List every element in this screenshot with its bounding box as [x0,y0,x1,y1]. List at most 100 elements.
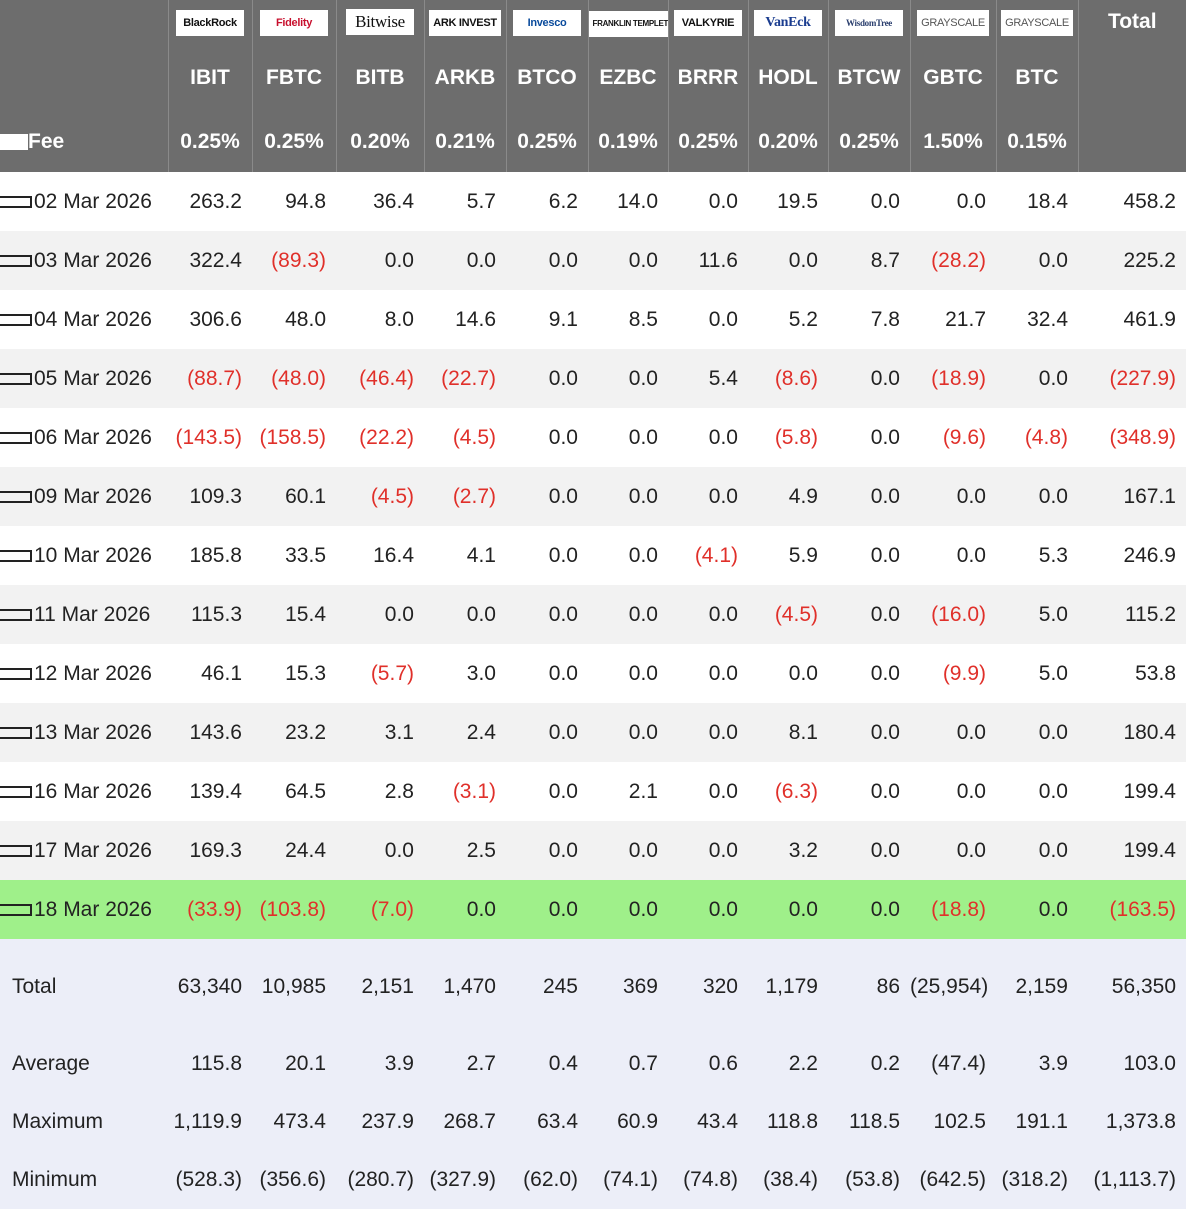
summary-value: 1,179 [748,939,828,1035]
table-row: 02 Mar 2026 263.2 94.8 36.4 5.7 6.2 14.0 0.0 19.… [0,172,1186,231]
fee-value: 1.50% [909,112,996,172]
flow-value: 46.1 [201,661,242,685]
summary-value: 1,373.8 [1078,1093,1186,1151]
summary-row: Total 63,340 10,985 2,151 1,470 245 369 320 1,17… [0,939,1186,1035]
ticker-label: BRRR [667,44,748,112]
row-marker [0,608,32,621]
flow-value: 143.6 [168,703,252,762]
row-marker [0,372,32,385]
row-date-text: 03 Mar 2026 [34,248,152,272]
table-row: 03 Mar 2026 322.4 (89.3) 0.0 0.0 0.0 0.0 11.6 0.… [0,231,1186,290]
flow-value: 0.0 [828,349,910,408]
summary-value: 103.0 [1078,1035,1186,1093]
summary-value: (327.9) [424,1151,506,1209]
summary-value: 56,350 [1078,939,1186,1035]
fund-logo: Invesco [513,10,581,36]
summary-value: 0.2 [828,1035,910,1093]
flow-value: 169.3 [168,821,252,880]
row-marker [0,490,32,503]
summary-row: Minimum (528.3) (356.6) (280.7) (327.9) (62.0… [0,1151,1186,1209]
flow-value: 322.4 [168,231,252,290]
row-total: 225.2 [1078,231,1186,290]
summary-value: 0.6 [668,1035,748,1093]
row-total: 53.8 [1135,661,1176,685]
summary-value: 2,151 [336,939,424,1035]
flow-value: 263.2 [189,189,242,213]
ticker-label: EZBC [587,44,668,112]
header-corner [0,0,168,44]
summary-value: 10,985 [252,939,336,1035]
flow-value: 0.0 [708,779,738,803]
row-date: 13 Mar 2026 [0,703,168,762]
fee-value: 0.25% [167,112,252,172]
summary-label: Maximum [0,1093,168,1151]
flow-value: (89.3) [252,231,336,290]
flow-value: (88.7) [168,349,252,408]
summary-value: 1,119.9 [168,1093,252,1151]
summary-value: 118.8 [748,1093,828,1151]
flow-value: 0.0 [668,467,748,526]
table-row: 12 Mar 2026 46.1 15.3 (5.7) 3.0 0.0 0.0 0.0 0.0 0… [0,644,1186,703]
row-total: 199.4 [1123,779,1176,803]
flow-value: 0.0 [506,349,588,408]
row-date-text: 05 Mar 2026 [34,366,152,390]
flow-value: 33.5 [285,543,326,567]
flow-value: 5.7 [466,189,496,213]
row-total: 246.9 [1123,543,1176,567]
row-date-text: 18 Mar 2026 [34,897,152,921]
fund-logo: FRANKLIN TEMPLETON [589,10,668,37]
fund-logo: Fidelity [260,10,328,36]
ticker-label: BTCW [827,44,910,112]
total-header: Total [1077,0,1186,44]
flow-value: 64.5 [285,779,326,803]
flow-value: 0.0 [628,661,658,685]
summary-label: Average [0,1035,168,1093]
flow-value: 7.8 [870,307,900,331]
summary-value: (280.7) [336,1151,424,1209]
flow-value: (4.8) [1024,425,1068,449]
summary-value: 63,340 [168,939,252,1035]
summary-value: 43.4 [668,1093,748,1151]
flow-value: (5.8) [774,425,818,449]
ticker-label: IBIT [167,44,252,112]
row-date-text: 10 Mar 2026 [34,543,152,567]
flow-value: (5.7) [370,661,414,685]
row-marker [0,903,32,916]
flow-value: 0.0 [588,585,668,644]
flow-value: (8.6) [748,349,828,408]
flow-value: 139.4 [189,779,242,803]
flow-value: 3.2 [748,821,828,880]
flow-value: 0.0 [548,661,578,685]
flow-value: 0.0 [336,585,424,644]
flow-value: 11.6 [668,231,748,290]
flow-value: (18.9) [910,349,996,408]
flow-value: (46.4) [336,349,424,408]
ticker-label: GBTC [909,44,996,112]
flow-value: (7.0) [336,880,424,939]
row-total: 115.2 [1078,585,1186,644]
fund-logo: Bitwise [346,9,414,35]
flow-value: 36.4 [373,189,414,213]
fund-logo-cell: GRAYSCALE [909,0,996,44]
flow-value: 8.0 [384,307,414,331]
summary-value: 245 [506,939,588,1035]
flow-value: 23.2 [252,703,336,762]
flow-value: 3.0 [466,661,496,685]
fee-value: 0.19% [587,112,668,172]
flow-value: 0.0 [588,821,668,880]
fund-logo: VanEck [754,10,822,36]
flow-value: 3.1 [336,703,424,762]
row-marker [0,549,32,562]
flow-value: 0.0 [910,467,996,526]
flow-value: (6.3) [774,779,818,803]
flow-value: 0.0 [828,821,910,880]
fee-value: 0.15% [995,112,1078,172]
summary-value: (38.4) [748,1151,828,1209]
row-date: 12 Mar 2026 [0,644,168,703]
table-row: 10 Mar 2026 185.8 33.5 16.4 4.1 0.0 0.0 (4.1) 5.… [0,526,1186,585]
flow-value: (22.2) [359,425,414,449]
flow-value: 5.0 [996,585,1078,644]
table-row: 06 Mar 2026 (143.5) (158.5) (22.2) (4.5) 0.0 0… [0,408,1186,467]
summary-value: 191.1 [996,1093,1078,1151]
flow-value: 0.0 [996,821,1078,880]
